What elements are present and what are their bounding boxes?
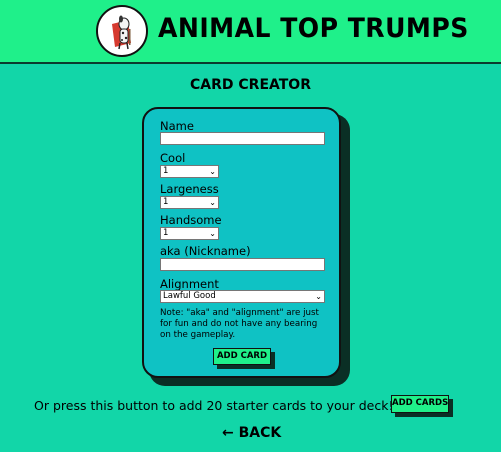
add-cards-button[interactable]: ADD CARDS bbox=[391, 395, 449, 413]
chevron-down-icon: ⌄ bbox=[209, 198, 216, 207]
cool-select[interactable]: 1 ⌄ bbox=[160, 165, 219, 178]
handsome-label: Handsome bbox=[160, 213, 222, 227]
starter-cards-text: Or press this button to add 20 starter c… bbox=[34, 398, 408, 413]
chevron-down-icon: ⌄ bbox=[315, 292, 322, 301]
handsome-select-value: 1 bbox=[163, 228, 169, 238]
app-header: ANIMAL TOP TRUMPS bbox=[0, 0, 501, 64]
alignment-select-value: Lawful Good bbox=[163, 291, 216, 301]
back-link[interactable]: ← BACK bbox=[222, 425, 281, 441]
add-card-button[interactable]: ADD CARD bbox=[213, 348, 271, 365]
chevron-down-icon: ⌄ bbox=[209, 167, 216, 176]
alignment-label: Alignment bbox=[160, 277, 219, 291]
aka-input[interactable] bbox=[160, 258, 325, 271]
handsome-select[interactable]: 1 ⌄ bbox=[160, 227, 219, 240]
alignment-select[interactable]: Lawful Good ⌄ bbox=[160, 290, 325, 303]
name-label: Name bbox=[160, 119, 194, 133]
page-title: CARD CREATOR bbox=[190, 77, 311, 93]
chevron-down-icon: ⌄ bbox=[209, 229, 216, 238]
largeness-select[interactable]: 1 ⌄ bbox=[160, 196, 219, 209]
largeness-select-value: 1 bbox=[163, 197, 169, 207]
cool-label: Cool bbox=[160, 151, 186, 165]
name-input[interactable] bbox=[160, 132, 325, 145]
largeness-label: Largeness bbox=[160, 182, 219, 196]
form-note: Note: "aka" and "alignment" are just for… bbox=[160, 308, 319, 341]
app-title: ANIMAL TOP TRUMPS bbox=[158, 13, 469, 44]
aka-label: aka (Nickname) bbox=[160, 244, 251, 258]
dalmatian-superhero-icon[interactable] bbox=[96, 5, 148, 57]
cool-select-value: 1 bbox=[163, 166, 169, 176]
